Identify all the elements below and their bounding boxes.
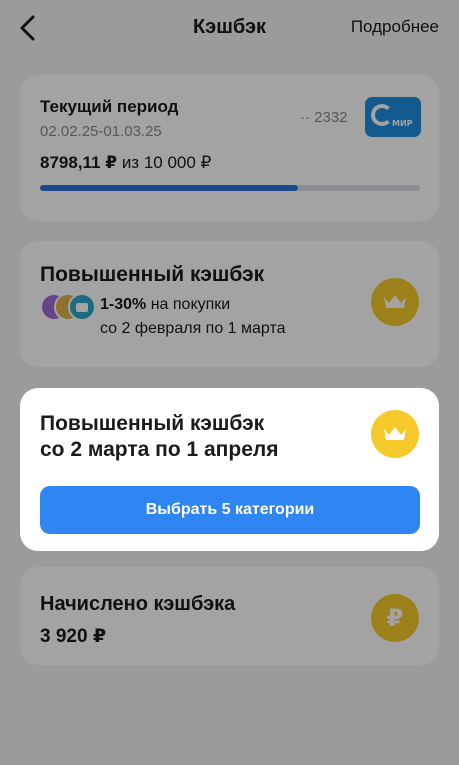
- crown-icon: [371, 410, 419, 458]
- popup-title: Повышенный кэшбэк со 2 марта по 1 апреля: [40, 411, 278, 463]
- popup-title-line1: Повышенный кэшбэк: [40, 412, 265, 435]
- raised-cashback-popup: Повышенный кэшбэк со 2 марта по 1 апреля…: [20, 388, 439, 551]
- choose-categories-button[interactable]: Выбрать 5 категории: [40, 486, 420, 534]
- cashback-screen: Кэшбэк Подробнее Текущий период 02.02.25…: [0, 0, 459, 765]
- popup-title-line2: со 2 марта по 1 апреля: [40, 438, 279, 461]
- modal-overlay[interactable]: [0, 0, 459, 765]
